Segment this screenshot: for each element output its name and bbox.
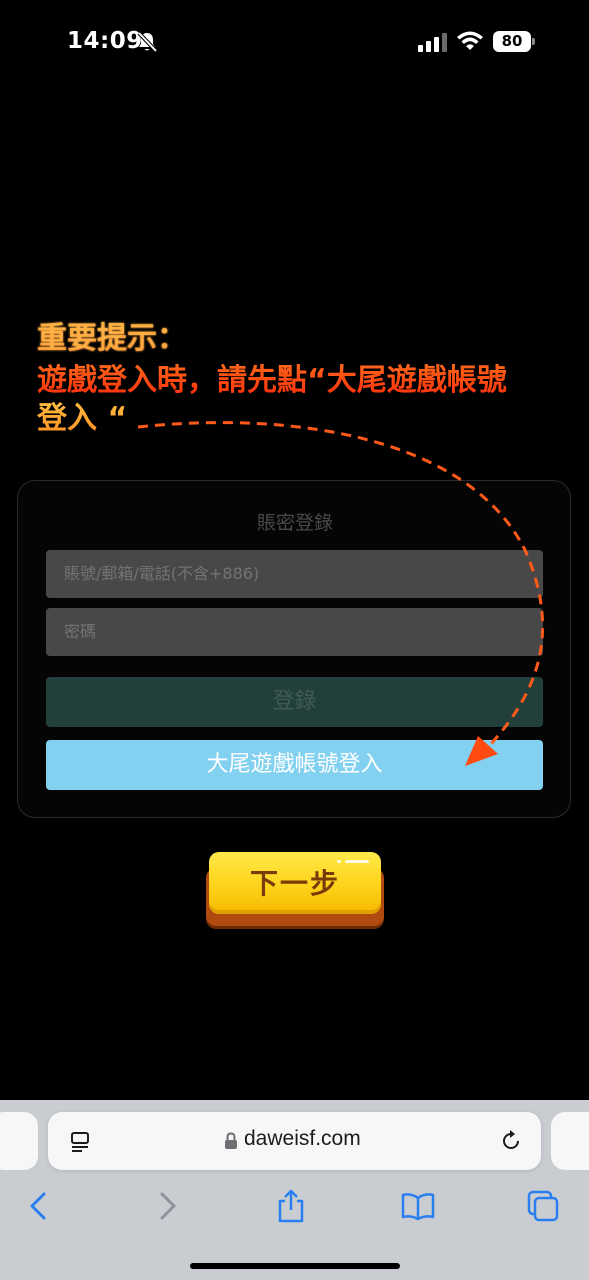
tabs-icon[interactable] bbox=[525, 1188, 561, 1224]
tip-title: 重要提示： bbox=[37, 318, 567, 360]
important-tip: 重要提示： 遊戲登入時，請先點“大尾遊戲帳號 登入 “ bbox=[37, 318, 567, 438]
login-card: 賬密登錄 登錄 大尾遊戲帳號登入 bbox=[17, 480, 571, 818]
reload-icon[interactable] bbox=[499, 1129, 523, 1153]
login-card-title: 賬密登錄 bbox=[256, 512, 333, 534]
wifi-icon bbox=[457, 31, 483, 50]
tip-line-1: 遊戲登入時，請先點“大尾遊戲帳號 bbox=[37, 362, 567, 400]
status-bar: 14:09 80 bbox=[0, 0, 589, 84]
next-step-button[interactable]: 下一步 bbox=[206, 850, 384, 928]
login-button[interactable]: 登錄 bbox=[46, 677, 543, 727]
forward-icon[interactable] bbox=[150, 1188, 186, 1224]
lock-icon bbox=[225, 1132, 237, 1149]
back-icon[interactable] bbox=[22, 1188, 58, 1224]
reader-icon[interactable] bbox=[70, 1131, 92, 1153]
share-icon[interactable] bbox=[273, 1188, 309, 1224]
cellular-signal-icon bbox=[418, 33, 447, 52]
tip-line-2: 登入 “ bbox=[37, 400, 567, 438]
bookmarks-icon[interactable] bbox=[400, 1188, 436, 1224]
bell-slash-icon bbox=[137, 31, 158, 53]
dawei-account-login-button[interactable]: 大尾遊戲帳號登入 bbox=[46, 740, 543, 790]
url-text[interactable]: daweisf.com bbox=[244, 1127, 361, 1151]
battery-icon: 80 bbox=[493, 31, 535, 52]
next-tab-preview[interactable] bbox=[551, 1112, 589, 1170]
address-bar[interactable]: daweisf.com bbox=[48, 1112, 541, 1170]
next-step-label: 下一步 bbox=[249, 867, 340, 900]
previous-tab-preview[interactable] bbox=[0, 1112, 38, 1170]
safari-bottom-bar: daweisf.com bbox=[0, 1100, 589, 1280]
status-time: 14:09 bbox=[67, 28, 143, 54]
password-input[interactable] bbox=[46, 608, 543, 656]
battery-level: 80 bbox=[501, 32, 523, 50]
home-indicator bbox=[190, 1263, 400, 1269]
safari-toolbar bbox=[0, 1180, 589, 1240]
account-input[interactable] bbox=[46, 550, 543, 598]
